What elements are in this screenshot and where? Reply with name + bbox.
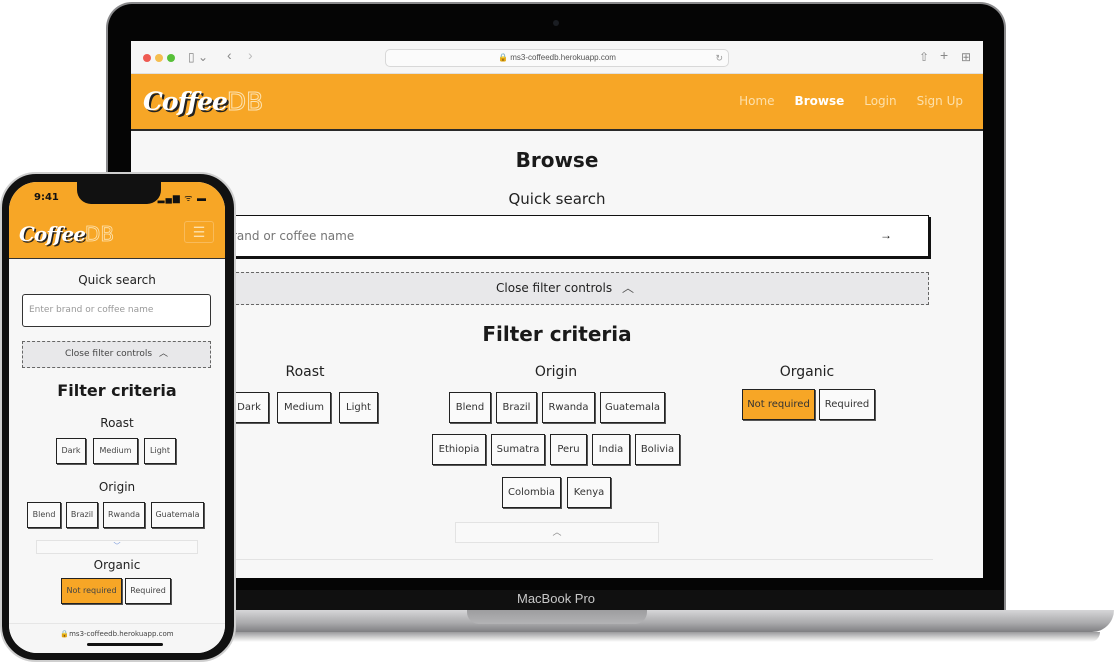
back-icon[interactable]: ‹ [227, 48, 232, 62]
origin-option-blend[interactable]: Blend [449, 392, 491, 423]
origin-collapse-button[interactable]: ︿ [455, 522, 659, 543]
origin-label: Origin [534, 364, 578, 380]
filter-toggle-label: Close filter controls [496, 281, 613, 295]
address-bar[interactable]: 🔒 ms3-coffeedb.herokuapp.com ↻ [385, 49, 729, 67]
site-logo[interactable]: CoffeeDB [143, 87, 264, 117]
nav-home[interactable]: Home [739, 94, 774, 108]
new-tab-icon[interactable]: + [940, 48, 948, 62]
chevron-up-icon: ︿ [158, 349, 168, 359]
roast-option-light[interactable]: Light [339, 392, 378, 423]
browser-toolbar: ▯ ⌄ ‹ › 🔒 ms3-coffeedb.herokuapp.com ↻ ⇧… [131, 41, 983, 74]
phone-roast-option-dark[interactable]: Dark [56, 438, 86, 464]
lock-icon: 🔒 [498, 53, 509, 62]
close-window-button[interactable] [143, 54, 151, 62]
origin-option-brazil[interactable]: Brazil [496, 392, 537, 423]
minimize-window-button[interactable] [155, 54, 163, 62]
origin-option-bolivia[interactable]: Bolivia [635, 434, 680, 465]
tab-overview-icon[interactable]: ⊞ [961, 50, 971, 64]
search-input[interactable] [202, 216, 852, 256]
main-nav: Home Browse Login Sign Up [739, 94, 983, 108]
url-text: ms3-coffeedb.herokuapp.com [510, 53, 616, 62]
phone-filter-toggle-button[interactable]: Close filter controls ︿ [22, 341, 211, 368]
site-header: CoffeeDB Home Browse Login Sign Up [131, 74, 983, 131]
phone-origin-label: Origin [98, 480, 136, 494]
phone-quick-search-label: Quick search [78, 273, 156, 287]
phone-notch [77, 182, 161, 204]
logo-text: Coffee [19, 222, 86, 246]
phone-roast-label: Roast [100, 416, 134, 430]
laptop-opening-notch [467, 610, 647, 624]
origin-option-kenya[interactable]: Kenya [567, 477, 611, 508]
origin-option-colombia[interactable]: Colombia [502, 477, 561, 508]
phone-roast-option-medium[interactable]: Medium [93, 438, 138, 464]
phone-url-bar[interactable]: 🔒ms3-coffeedb.herokuapp.com [9, 623, 225, 653]
organic-option-required[interactable]: Required [819, 389, 875, 420]
origin-option-peru[interactable]: Peru [550, 434, 587, 465]
home-indicator[interactable] [87, 643, 163, 646]
camera-icon [553, 20, 559, 26]
phone-organic-option-required[interactable]: Required [125, 578, 171, 604]
phone-organic-option-not-required[interactable]: Not required [61, 578, 122, 604]
logo-db-text: DB [226, 87, 264, 117]
maximize-window-button[interactable] [167, 54, 175, 62]
share-icon[interactable]: ⇧ [919, 50, 929, 64]
phone-search-input[interactable]: Enter brand or coffee name [22, 294, 211, 327]
forward-icon[interactable]: › [248, 48, 253, 62]
filter-criteria-title: Filter criteria [482, 322, 632, 346]
origin-option-sumatra[interactable]: Sumatra [491, 434, 545, 465]
phone-site-logo[interactable]: CoffeeDB [19, 222, 115, 247]
status-time: 9:41 [34, 192, 59, 203]
phone-origin-option-blend[interactable]: Blend [27, 502, 61, 528]
phone-screen: 9:41 ▂▄▆ ᯤ ▬ CoffeeDB ☰ Quick search Ent… [9, 182, 225, 653]
phone-filter-criteria-title: Filter criteria [57, 381, 177, 400]
origin-option-india[interactable]: India [592, 434, 630, 465]
chevron-up-icon: ︿ [621, 281, 634, 295]
filter-toggle-label: Close filter controls [65, 349, 153, 359]
phone-site-header: 9:41 ▂▄▆ ᯤ ▬ CoffeeDB ☰ [9, 182, 225, 259]
logo-db-text: DB [84, 222, 115, 247]
laptop-shadow [120, 632, 1100, 642]
laptop-screen: ▯ ⌄ ‹ › 🔒 ms3-coffeedb.herokuapp.com ↻ ⇧… [131, 41, 983, 578]
origin-option-rwanda[interactable]: Rwanda [542, 392, 595, 423]
roast-label: Roast [285, 364, 325, 380]
hamburger-menu-icon[interactable]: ☰ [184, 221, 214, 243]
roast-option-medium[interactable]: Medium [277, 392, 331, 423]
search-submit-icon[interactable]: → [880, 228, 892, 242]
phone-organic-label: Organic [93, 558, 141, 572]
divider [171, 559, 933, 560]
page-title: Browse [515, 148, 599, 172]
quick-search-box: → [201, 215, 929, 257]
phone-origin-expand-button[interactable]: ﹀ [36, 540, 198, 554]
nav-signup[interactable]: Sign Up [917, 94, 963, 108]
chevron-down-icon: ﹀ [113, 543, 121, 550]
quick-search-label: Quick search [508, 190, 606, 208]
nav-browse[interactable]: Browse [795, 94, 845, 108]
logo-text: Coffee [143, 87, 228, 116]
phone-roast-option-light[interactable]: Light [144, 438, 176, 464]
filter-toggle-button[interactable]: Close filter controls ︿ [201, 272, 929, 305]
chevron-up-icon: ︿ [552, 527, 562, 537]
nav-login[interactable]: Login [864, 94, 896, 108]
organic-label: Organic [779, 364, 835, 380]
phone-origin-option-brazil[interactable]: Brazil [66, 502, 98, 528]
status-icons: ▂▄▆ ᯤ ▬ [157, 193, 207, 203]
origin-option-ethiopia[interactable]: Ethiopia [432, 434, 486, 465]
organic-option-not-required[interactable]: Not required [742, 389, 815, 420]
reload-icon[interactable]: ↻ [715, 50, 723, 66]
sidebar-icon[interactable]: ▯ ⌄ [188, 50, 208, 64]
origin-option-guatemala[interactable]: Guatemala [600, 392, 665, 423]
phone-origin-option-rwanda[interactable]: Rwanda [103, 502, 145, 528]
phone-origin-option-guatemala[interactable]: Guatemala [151, 502, 204, 528]
device-label: MacBook Pro [517, 591, 596, 606]
